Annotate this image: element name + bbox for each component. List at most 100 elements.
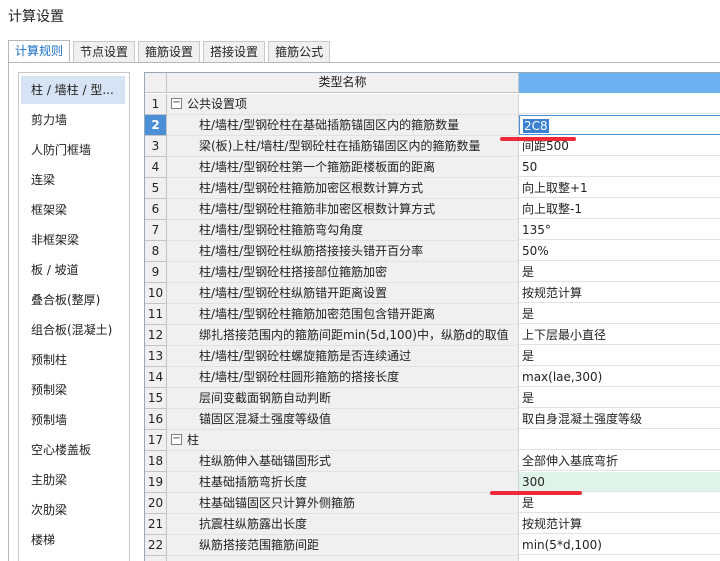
sidebar-item[interactable]: 人防门框墙 (21, 136, 125, 164)
setting-value-cell[interactable]: 是 (519, 493, 720, 513)
sidebar-item[interactable]: 次肋梁 (21, 496, 125, 524)
setting-value-cell[interactable] (519, 94, 720, 114)
table-row[interactable]: 4 柱/墙柱/型钢砼柱第一个箍筋距楼板面的距离 50 (145, 157, 720, 178)
setting-value: 50 (522, 160, 538, 174)
setting-value-cell[interactable]: 上下层最小直径 (519, 325, 720, 345)
collapse-icon[interactable]: − (171, 434, 182, 445)
setting-value-cell[interactable]: 是 (519, 388, 720, 408)
setting-name-cell: − 公共设置项 (167, 94, 519, 115)
setting-name: 锚固区混凝土强度等级值 (199, 412, 332, 426)
tab-lap-settings[interactable]: 搭接设置 (203, 41, 266, 62)
setting-value-cell[interactable] (519, 556, 720, 561)
table-row[interactable]: 15 层间变截面钢筋自动判断 是 (145, 388, 720, 409)
sidebar-item[interactable]: 柱 / 墙柱 / 型... (21, 76, 125, 104)
group-row[interactable]: 17− 柱 (145, 430, 720, 451)
table-row[interactable]: 12 绑扎搭接范围内的箍筋间距min(5d,100)中，纵筋d的取值 上下层最小直径 (145, 325, 720, 346)
setting-name-cell: − 柱 (167, 430, 519, 451)
sidebar-item[interactable]: 预制墙 (21, 406, 125, 434)
setting-value-cell[interactable] (519, 430, 720, 450)
collapse-icon[interactable]: − (171, 98, 182, 109)
table-row[interactable]: 8 柱/墙柱/型钢砼柱纵筋搭接接头错开百分率 50% (145, 241, 720, 262)
row-number: 9 (145, 262, 167, 283)
sidebar-item[interactable]: 板 / 坡道 (21, 256, 125, 284)
sidebar-item[interactable]: 框架梁 (21, 196, 125, 224)
setting-value: 间距500 (522, 139, 569, 153)
row-number: 12 (145, 325, 167, 346)
setting-name: 柱/墙柱/型钢砼柱箍筋加密区根数计算方式 (199, 181, 424, 195)
row-number: 2 (145, 115, 167, 136)
setting-value: 300 (522, 475, 545, 489)
sidebar-item[interactable]: 连梁 (21, 166, 125, 194)
sidebar-item[interactable]: 剪力墙 (21, 106, 125, 134)
table-row[interactable]: 14 柱/墙柱/型钢砼柱圆形箍筋的搭接长度 max(lae,300) (145, 367, 720, 388)
table-row[interactable]: 7 柱/墙柱/型钢砼柱箍筋弯勾角度 135° (145, 220, 720, 241)
tab-node-settings[interactable]: 节点设置 (73, 41, 136, 62)
setting-value-cell[interactable]: 向上取整-1 (519, 199, 720, 219)
setting-value-cell[interactable]: 50 (519, 157, 720, 177)
sidebar-item[interactable]: 空心楼盖板 (21, 436, 125, 464)
setting-value-cell[interactable]: min(5*d,100) (519, 535, 720, 555)
setting-value: max(lae,300) (522, 370, 603, 384)
setting-name-cell (167, 556, 519, 561)
table-row[interactable]: 6 柱/墙柱/型钢砼柱箍筋非加密区根数计算方式 向上取整-1 (145, 199, 720, 220)
sidebar-item[interactable]: 组合板(混凝土) (21, 316, 125, 344)
setting-name-cell: 柱纵筋伸入基础锚固形式 (167, 451, 519, 472)
table-row[interactable]: 5 柱/墙柱/型钢砼柱箍筋加密区根数计算方式 向上取整+1 (145, 178, 720, 199)
row-number: 3 (145, 136, 167, 157)
setting-value-cell[interactable]: 全部伸入基底弯折 (519, 451, 720, 471)
tab-stirrup-formula[interactable]: 箍筋公式 (268, 41, 331, 62)
setting-name: 柱基础锚固区只计算外侧箍筋 (199, 496, 356, 510)
table-row[interactable]: 20 柱基础锚固区只计算外侧箍筋 是 (145, 493, 720, 514)
table-row[interactable]: 22 纵筋搭接范围箍筋间距 min(5*d,100) (145, 535, 720, 556)
table-row[interactable]: 10 柱/墙柱/型钢砼柱纵筋错开距离设置 按规范计算 (145, 283, 720, 304)
table-row[interactable]: 9 柱/墙柱/型钢砼柱搭接部位箍筋加密 是 (145, 262, 720, 283)
setting-value-cell[interactable]: 135° (519, 220, 720, 240)
sidebar-item[interactable]: 楼梯 (21, 526, 125, 554)
table-row[interactable]: 19 柱基础插筋弯折长度 300 (145, 472, 720, 493)
table-row[interactable]: 16 锚固区混凝土强度等级值 取自身混凝土强度等级 (145, 409, 720, 430)
setting-value-cell[interactable]: 是 (519, 304, 720, 324)
table-row[interactable]: 21 抗震柱纵筋露出长度 按规范计算 (145, 514, 720, 535)
setting-value: 是 (522, 349, 535, 363)
value-editor-input[interactable]: 2C8 (519, 115, 720, 135)
table-row[interactable]: 23 (145, 556, 720, 561)
setting-value-cell[interactable]: 按规范计算 (519, 514, 720, 534)
sidebar-item[interactable]: 预制梁 (21, 376, 125, 404)
table-row[interactable]: 13 柱/墙柱/型钢砼柱螺旋箍筋是否连续通过 是 (145, 346, 720, 367)
table-row[interactable]: 18 柱纵筋伸入基础锚固形式 全部伸入基底弯折 (145, 451, 720, 472)
setting-name: 柱 (187, 433, 200, 447)
setting-value-cell[interactable]: 是 (519, 262, 720, 282)
setting-name: 抗震柱纵筋露出长度 (199, 517, 308, 531)
setting-value: 上下层最小直径 (522, 328, 607, 342)
setting-name-cell: 锚固区混凝土强度等级值 (167, 409, 519, 430)
setting-value-cell[interactable]: 300 (519, 472, 720, 492)
value-column-header (519, 73, 720, 93)
setting-value-cell[interactable]: max(lae,300) (519, 367, 720, 387)
table-row[interactable]: 3 梁(板)上柱/墙柱/型钢砼柱在插筋锚固区内的箍筋数量 间距500 (145, 136, 720, 157)
tab-stirrup-settings[interactable]: 箍筋设置 (138, 41, 201, 62)
setting-name-cell: 柱/墙柱/型钢砼柱箍筋加密区根数计算方式 (167, 178, 519, 199)
sidebar-item[interactable]: 叠合板(整厚) (21, 286, 125, 314)
setting-value: 向上取整+1 (522, 181, 588, 195)
setting-name: 梁(板)上柱/墙柱/型钢砼柱在插筋锚固区内的箍筋数量 (199, 139, 481, 153)
table-row[interactable]: 2 柱/墙柱/型钢砼柱在基础插筋锚固区内的箍筋数量 2C8 (145, 115, 720, 136)
setting-value-cell[interactable]: 取自身混凝土强度等级 (519, 409, 720, 429)
table-row[interactable]: 11 柱/墙柱/型钢砼柱箍筋加密范围包含错开距离 是 (145, 304, 720, 325)
setting-value-cell[interactable]: 按规范计算 (519, 283, 720, 303)
row-number-header (145, 73, 167, 93)
row-number: 8 (145, 241, 167, 262)
red-annotation-mark (490, 491, 582, 495)
row-number: 20 (145, 493, 167, 514)
setting-value-cell[interactable]: 是 (519, 346, 720, 366)
sidebar-item[interactable]: 非框架梁 (21, 226, 125, 254)
row-number: 5 (145, 178, 167, 199)
setting-value-cell[interactable]: 50% (519, 241, 720, 261)
sidebar-item[interactable]: 主肋梁 (21, 466, 125, 494)
group-row[interactable]: 1− 公共设置项 (145, 94, 720, 115)
row-number: 6 (145, 199, 167, 220)
sidebar-item[interactable]: 预制柱 (21, 346, 125, 374)
setting-value-cell[interactable]: 向上取整+1 (519, 178, 720, 198)
setting-name-cell: 柱/墙柱/型钢砼柱在基础插筋锚固区内的箍筋数量 (167, 115, 519, 136)
tab-calc-rules[interactable]: 计算规则 (8, 40, 71, 63)
dialog-title: 计算设置 (8, 9, 64, 25)
